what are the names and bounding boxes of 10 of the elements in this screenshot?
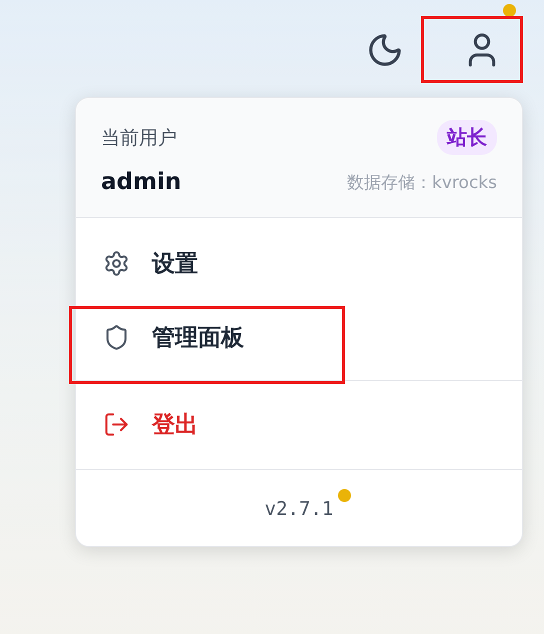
- menu-item[interactable]: 登出: [76, 387, 522, 461]
- menu-item[interactable]: 管理面板: [76, 300, 522, 374]
- settings-icon: [103, 250, 130, 276]
- storage-info: 数据存储：kvrocks: [347, 172, 497, 194]
- logout-icon: [103, 410, 130, 438]
- menu-item[interactable]: 设置: [76, 226, 522, 300]
- role-badge: 站长: [437, 120, 497, 155]
- header-label: 当前用户: [101, 126, 178, 150]
- username: admin: [101, 169, 182, 195]
- version-label: v2.7.1: [264, 498, 334, 520]
